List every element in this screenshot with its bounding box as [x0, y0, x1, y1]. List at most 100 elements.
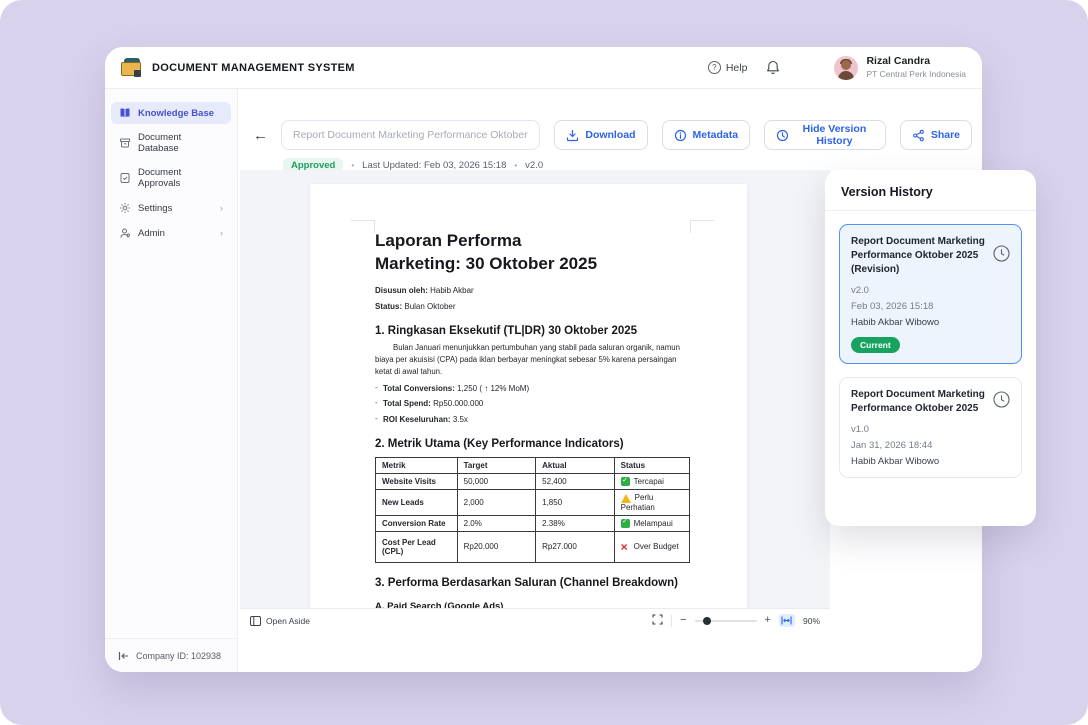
zoom-in-button[interactable]: + [765, 615, 771, 626]
version-title: Report Document Marketing Performance Ok… [851, 388, 987, 416]
version-date: Feb 03, 2026 15:18 [851, 301, 1010, 312]
zoom-level: 90% [803, 616, 820, 626]
fit-width-button[interactable] [779, 614, 795, 627]
zoom-slider-handle[interactable] [703, 617, 711, 625]
version-author: Habib Akbar Wibowo [851, 456, 1010, 467]
question-icon: ? [708, 61, 721, 74]
hide-version-history-label: Hide Version History [795, 123, 874, 147]
admin-person-icon [119, 227, 131, 239]
chevron-right-icon: › [220, 203, 223, 213]
info-icon [674, 129, 687, 142]
document-toolbar: ← Download Metadata Hide Version History… [253, 120, 972, 150]
zoom-slider[interactable] [695, 616, 757, 625]
document-check-icon [119, 172, 131, 184]
clock-icon [776, 129, 789, 142]
sidebar-item-label: Knowledge Base [138, 108, 214, 119]
app-title: DOCUMENT MANAGEMENT SYSTEM [152, 62, 355, 74]
version-history-panel: Version History Report Document Marketin… [825, 170, 1036, 526]
download-button[interactable]: Download [554, 120, 647, 150]
fullscreen-button[interactable] [652, 612, 663, 630]
version-title: Report Document Marketing Performance Ok… [851, 235, 987, 277]
bullet-item: ROI Keseluruhan: 3.5x [375, 415, 690, 424]
sidebar: Knowledge Base Document Database Documen… [105, 89, 238, 672]
zoom-out-button[interactable]: − [680, 615, 686, 626]
document-meta: Disusun oleh: Habib Akbar Status: Bulan … [375, 286, 690, 311]
open-aside-button[interactable]: Open Aside [250, 616, 310, 626]
sidebar-item-label: Settings [138, 203, 172, 214]
status-check-icon [621, 477, 630, 486]
desktop-background: DOCUMENT MANAGEMENT SYSTEM ? Help [0, 0, 1088, 725]
sidebar-item-knowledge-base[interactable]: Knowledge Base [111, 102, 231, 124]
version-card-v1[interactable]: Report Document Marketing Performance Ok… [839, 377, 1022, 478]
table-row: Cost Per Lead (CPL) Rp20.000 Rp27.000 Ov… [376, 531, 690, 562]
document-page[interactable]: Laporan Performa Marketing: 30 Oktober 2… [310, 184, 747, 608]
history-clock-icon [993, 391, 1010, 413]
status-check-icon [621, 519, 630, 528]
help-label: Help [726, 62, 748, 74]
back-arrow-button[interactable]: ← [253, 128, 268, 143]
section-heading: 3. Performa Berdasarkan Saluran (Channel… [375, 577, 690, 589]
status-cross-icon [621, 543, 630, 552]
table-row: Conversion Rate 2.0% 2.38% Melampaui [376, 515, 690, 531]
sidebar-item-document-database[interactable]: Document Database [111, 127, 231, 159]
help-button[interactable]: ? Help [708, 61, 748, 74]
version-history-title: Version History [825, 170, 1036, 211]
aside-panel-icon [250, 616, 261, 626]
notification-bell-icon[interactable] [766, 60, 780, 75]
book-icon [119, 107, 131, 119]
sidebar-item-label: Admin [138, 228, 165, 239]
table-row: Website Visits 50,000 52,400 Tercapai [376, 473, 690, 489]
bullet-item: Total Conversions: 1,250 ( ↑ 12% MoM) [375, 384, 690, 393]
version-author: Habib Akbar Wibowo [851, 317, 1010, 328]
subsection-heading: A. Paid Search (Google Ads) [375, 601, 690, 608]
download-icon [566, 129, 579, 142]
user-company: PT Central Perk Indonesia [866, 69, 966, 80]
table-header-row: Metrik Target Aktual Status [376, 457, 690, 473]
share-button[interactable]: Share [900, 120, 972, 150]
margin-corner-mark [351, 220, 375, 233]
section-heading: 2. Metrik Utama (Key Performance Indicat… [375, 438, 690, 450]
sidebar-item-label: Document Approvals [138, 167, 223, 189]
version-card-v2[interactable]: Report Document Marketing Performance Ok… [839, 224, 1022, 364]
margin-corner-mark [690, 220, 714, 233]
fit-width-icon [781, 616, 792, 625]
document-heading: Laporan Performa Marketing: 30 Oktober 2… [375, 230, 690, 275]
share-icon [912, 129, 925, 142]
version-date: Jan 31, 2026 18:44 [851, 440, 1010, 451]
open-aside-label: Open Aside [266, 616, 310, 626]
metadata-label: Metadata [693, 129, 739, 141]
user-name: Rizal Candra [866, 55, 966, 69]
archive-icon [119, 137, 131, 149]
download-label: Download [585, 129, 635, 141]
company-id-label: Company ID: 102938 [136, 651, 221, 661]
document-title-input[interactable] [281, 120, 540, 150]
status-warning-icon [621, 494, 631, 503]
user-menu[interactable]: Rizal Candra PT Central Perk Indonesia [834, 55, 966, 80]
document-preview-area: Laporan Performa Marketing: 30 Oktober 2… [240, 170, 830, 608]
share-label: Share [931, 129, 960, 141]
table-row: New Leads 2,000 1,850 Perlu Perhatian [376, 490, 690, 515]
apps-grid-icon[interactable] [799, 60, 815, 76]
app-logo-icon [121, 58, 143, 77]
divider [671, 615, 672, 627]
bullet-item: Total Spend: Rp50.000.000 [375, 399, 690, 408]
sidebar-item-document-approvals[interactable]: Document Approvals [111, 162, 231, 194]
sidebar-item-label: Document Database [138, 132, 223, 154]
section-paragraph: Bulan Januari menunjukkan pertumbuhan ya… [375, 342, 690, 377]
current-badge: Current [851, 337, 900, 353]
history-clock-icon [993, 245, 1010, 267]
hide-version-history-button[interactable]: Hide Version History [764, 120, 886, 150]
version-number: v1.0 [851, 424, 1010, 435]
preview-control-bar: Open Aside − + 90% [240, 608, 830, 632]
section-heading: 1. Ringkasan Eksekutif (TL|DR) 30 Oktobe… [375, 325, 690, 337]
app-header: DOCUMENT MANAGEMENT SYSTEM ? Help [105, 47, 982, 89]
version-number: v2.0 [851, 285, 1010, 296]
metadata-button[interactable]: Metadata [662, 120, 751, 150]
sidebar-item-settings[interactable]: Settings › [111, 197, 231, 219]
kpi-table: Metrik Target Aktual Status Website Visi… [375, 457, 690, 563]
sidebar-item-admin[interactable]: Admin › [111, 222, 231, 244]
company-id-row[interactable]: Company ID: 102938 [105, 638, 237, 672]
gear-icon [119, 202, 131, 214]
avatar [834, 56, 858, 80]
chevron-right-icon: › [220, 228, 223, 238]
